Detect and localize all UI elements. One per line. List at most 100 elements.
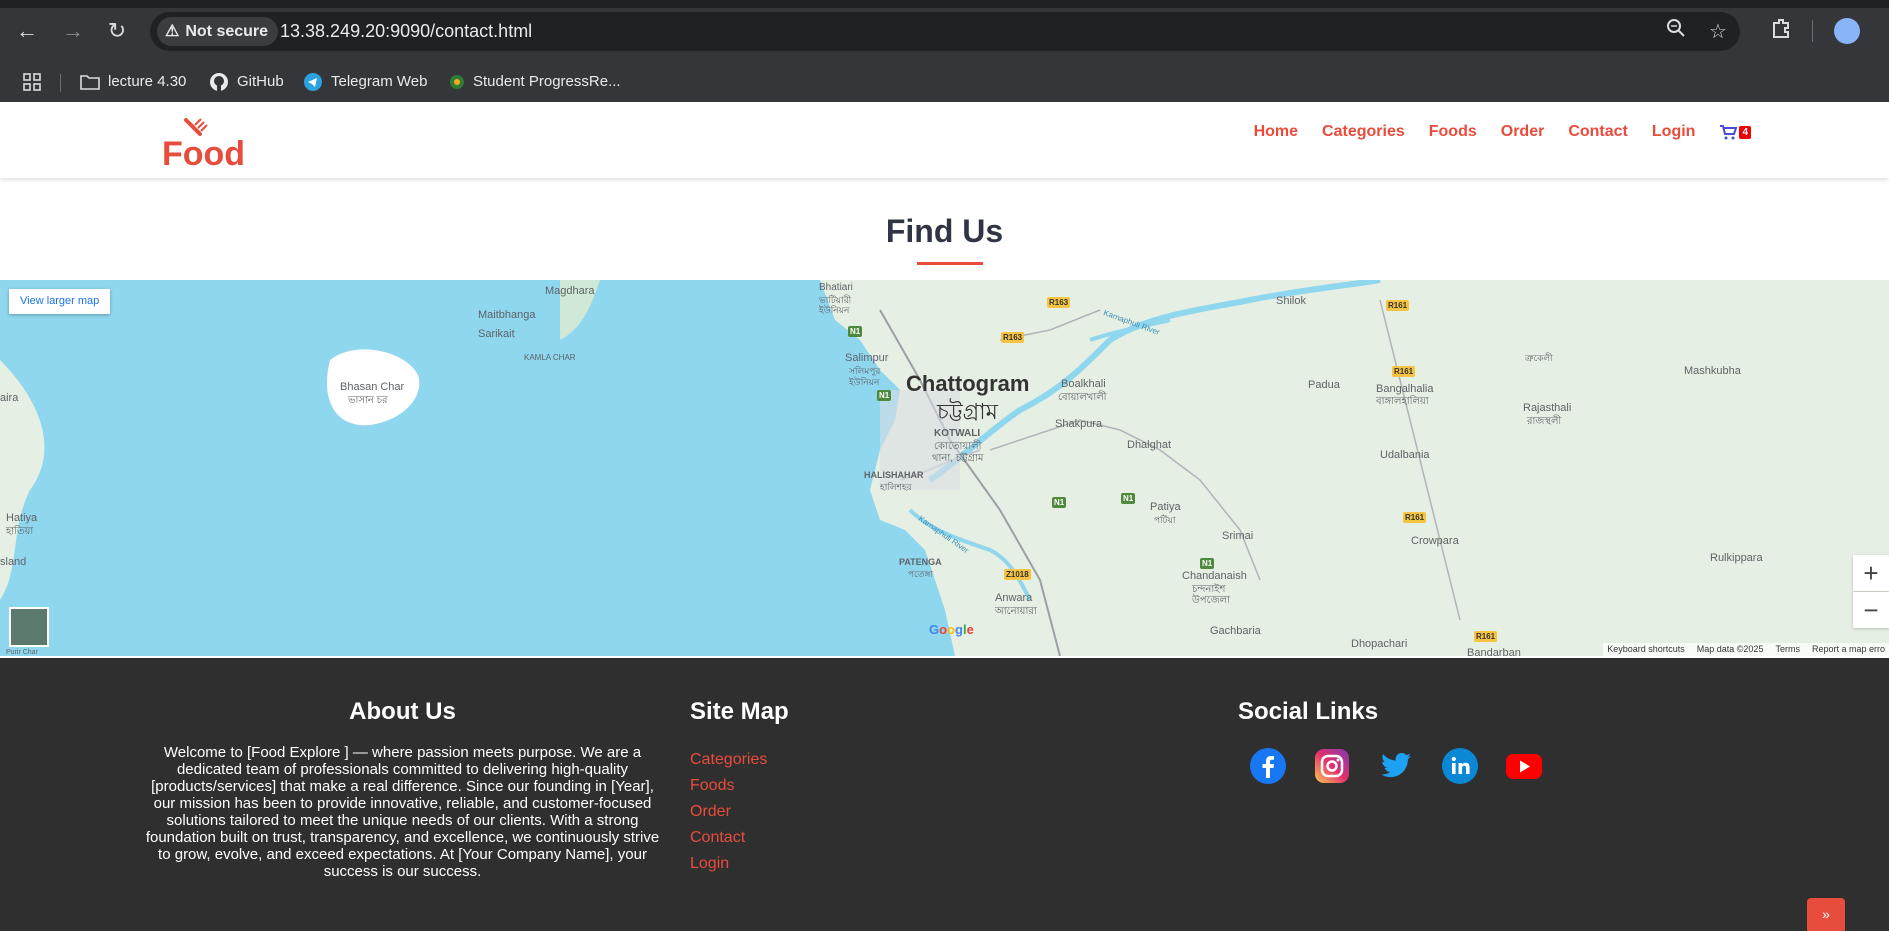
- cart-icon: [1720, 125, 1738, 140]
- food-logo[interactable]: Food: [160, 110, 250, 173]
- national-road-badge: N1: [1052, 497, 1067, 508]
- sitemap-link-login[interactable]: Login: [690, 854, 789, 873]
- toolbar-divider: [1812, 20, 1813, 42]
- map-place-label: Shakpura: [1055, 418, 1103, 430]
- zoom-icon[interactable]: [1662, 18, 1690, 46]
- nav-order[interactable]: Order: [1501, 123, 1545, 141]
- profile-avatar[interactable]: [1834, 18, 1860, 44]
- google-letter: e: [966, 622, 974, 637]
- bookmark-lecture[interactable]: lecture 4.30: [80, 62, 186, 102]
- map-place-label: Bhatiari: [819, 282, 853, 293]
- google-letter: o: [939, 622, 948, 637]
- bookmark-student-progress[interactable]: Student ProgressRe...: [449, 62, 621, 102]
- map-canvas: [0, 280, 1461, 656]
- satellite-layer-toggle[interactable]: [9, 607, 49, 647]
- warning-icon: ⚠: [165, 23, 180, 40]
- site-map-section: Site Map Categories Foods Order Contact …: [690, 698, 789, 880]
- address-bar[interactable]: ⚠ Not secure 13.38.249.20:9090/contact.h…: [150, 12, 1740, 51]
- bookmark-star-icon[interactable]: ☆: [1704, 18, 1732, 46]
- map-place-label: Bhasan Char: [340, 381, 405, 393]
- map-place-label: Udalbania: [1380, 449, 1430, 461]
- extensions-icon[interactable]: [1767, 17, 1795, 45]
- about-us-text: Welcome to [Food Explore ] — where passi…: [145, 744, 660, 880]
- map-place-label: পতেঙ্গা: [908, 569, 934, 579]
- map-place-label: KOTWALI: [934, 428, 981, 439]
- telegram-icon: [304, 73, 322, 91]
- bookmark-telegram[interactable]: Telegram Web: [303, 62, 427, 102]
- nav-login[interactable]: Login: [1652, 123, 1696, 141]
- map-place-label: বাঙ্গালহালিয়া: [1376, 396, 1429, 407]
- map-place-label: উপজেলা: [1192, 595, 1230, 606]
- sitemap-link-categories[interactable]: Categories: [690, 750, 789, 769]
- map-place-label: KAMLA CHAR: [524, 353, 576, 362]
- cart-button[interactable]: 4: [1719, 124, 1751, 140]
- map-place-label: Srimai: [1222, 530, 1254, 542]
- social-icons-row: [1238, 748, 1542, 784]
- map-place-label: ইউনিয়ন: [819, 305, 850, 315]
- map-data-label: Map data ©2025: [1696, 644, 1764, 654]
- title-underline: [917, 262, 983, 265]
- map-place-label: আনোয়ারা: [995, 606, 1037, 617]
- github-icon: [210, 73, 228, 91]
- map-place-label: Boalkhali: [1061, 378, 1106, 390]
- back-icon[interactable]: ←: [14, 18, 40, 44]
- map-place-label: Hatiya: [6, 512, 38, 524]
- national-road-badge: N1: [877, 390, 892, 401]
- map-place-label: হালিশহর: [880, 482, 912, 492]
- bookmark-github[interactable]: GitHub: [209, 62, 284, 102]
- map-place-label: sland: [0, 556, 27, 568]
- zoom-out-button[interactable]: −: [1853, 592, 1889, 628]
- bookmarks-divider: [60, 74, 61, 92]
- google-letter: g: [955, 622, 963, 637]
- road-badge: R161: [1474, 631, 1498, 642]
- map-place-label: PATENGA: [899, 557, 942, 567]
- keyboard-shortcuts-link[interactable]: Keyboard shortcuts: [1607, 643, 1685, 656]
- map-place-label: থানা, চট্টগ্রাম: [932, 453, 984, 464]
- nav-foods[interactable]: Foods: [1429, 123, 1477, 141]
- bookmark-label: Student ProgressRe...: [473, 73, 621, 90]
- map-place-label: Dhalghat: [1127, 439, 1172, 451]
- report-map-error-link[interactable]: Report a map erro: [1812, 643, 1885, 656]
- google-map-embed[interactable]: View larger map Magdhara Maitbhanga Sari…: [0, 280, 1889, 656]
- terms-link[interactable]: Terms: [1775, 643, 1800, 656]
- google-letter: G: [929, 622, 940, 637]
- apps-grid-icon[interactable]: [22, 62, 42, 102]
- nav-home[interactable]: Home: [1254, 123, 1298, 141]
- security-chip[interactable]: ⚠ Not secure: [157, 17, 279, 46]
- map-place-label: Maitbhanga: [478, 309, 536, 321]
- zoom-in-button[interactable]: +: [1853, 555, 1889, 591]
- youtube-icon[interactable]: [1506, 748, 1542, 784]
- instagram-icon[interactable]: [1314, 748, 1350, 784]
- road-badge: Z1018: [1004, 569, 1031, 580]
- nav-categories[interactable]: Categories: [1322, 123, 1405, 141]
- linkedin-icon[interactable]: [1442, 748, 1478, 784]
- map-place-label: ইউনিয়ন: [849, 377, 880, 387]
- sitemap-link-foods[interactable]: Foods: [690, 776, 789, 795]
- map-city-label: Chattogram: [906, 371, 1030, 396]
- road-badge: R161: [1403, 512, 1427, 523]
- map-place-label: Padua: [1308, 379, 1340, 391]
- google-letter: o: [947, 622, 956, 637]
- facebook-icon[interactable]: [1250, 748, 1286, 784]
- back-to-top-button[interactable]: »: [1807, 898, 1845, 931]
- map-place-label: Anwara: [995, 592, 1033, 604]
- map-place-label: aira: [0, 392, 19, 404]
- site-footer: About Us Welcome to [Food Explore ] — wh…: [0, 658, 1889, 931]
- twitter-icon[interactable]: [1378, 748, 1414, 784]
- folder-icon: [80, 75, 100, 90]
- forward-icon[interactable]: →: [60, 18, 86, 44]
- tab-strip: [0, 0, 1889, 8]
- sitemap-link-order[interactable]: Order: [690, 802, 789, 821]
- url-text[interactable]: 13.38.249.20:9090/contact.html: [280, 12, 532, 51]
- map-place-label: Salimpur: [845, 352, 889, 364]
- sitemap-link-contact[interactable]: Contact: [690, 828, 789, 847]
- nav-contact[interactable]: Contact: [1568, 123, 1628, 141]
- national-road-badge: N1: [1200, 558, 1215, 569]
- reload-icon[interactable]: ↻: [104, 18, 130, 44]
- map-place-label: রাজস্থলী: [1527, 416, 1562, 427]
- security-label: Not secure: [185, 23, 269, 40]
- find-us-title: Find Us: [885, 213, 1004, 249]
- view-larger-map-link[interactable]: View larger map: [9, 289, 111, 314]
- national-road-badge: N1: [848, 326, 863, 337]
- cart-count-badge: 4: [1739, 125, 1751, 139]
